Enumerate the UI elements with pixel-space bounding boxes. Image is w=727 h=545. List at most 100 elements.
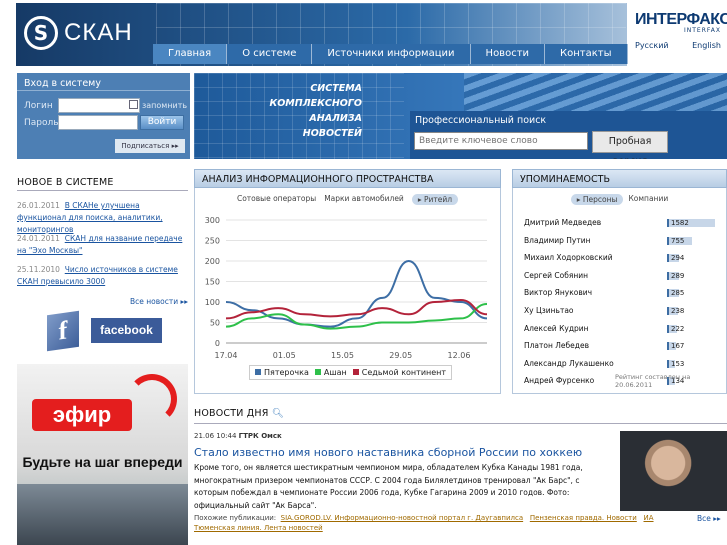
password-input[interactable] xyxy=(58,115,138,130)
tab-mobile-operators[interactable]: Сотовые операторы xyxy=(237,194,316,205)
person-name[interactable]: Сергей Собянин xyxy=(524,271,588,280)
remember-checkbox[interactable] xyxy=(129,100,138,109)
rating-note: Рейтинг составлен на 20.06.2011 xyxy=(615,373,691,389)
search-banner: СИСТЕМА КОМПЛЕКСНОГО АНАЛИЗА НОВОСТЕЙ Пр… xyxy=(194,73,727,159)
person-name[interactable]: Ху Цзиньтао xyxy=(524,306,574,315)
y-tick-label: 100 xyxy=(205,298,220,307)
y-tick-label: 150 xyxy=(205,278,220,287)
mention-bar: 285 xyxy=(667,289,684,298)
all-news-link[interactable]: Все новости ▸▸ xyxy=(130,297,188,306)
tab-retail[interactable]: ▸ Ритейл xyxy=(411,194,459,205)
mention-bar: 755 xyxy=(667,236,693,245)
mention-bar: 294 xyxy=(667,254,684,263)
all-news-label: Все новости xyxy=(130,297,179,306)
y-tick-label: 0 xyxy=(215,339,220,348)
legend-label: Седьмой континент xyxy=(361,368,447,377)
x-tick-label: 15.05 xyxy=(331,351,354,360)
pro-search: Профессиональный поиск Пробная версия xyxy=(410,111,727,159)
news-source: ГТРК Омск xyxy=(238,432,282,440)
tab-persons-label: Персоны xyxy=(582,195,618,204)
city-image xyxy=(17,484,188,545)
lang-english[interactable]: English xyxy=(692,41,721,50)
series-line xyxy=(225,303,488,330)
legend-label: Пятерочка xyxy=(264,368,309,377)
password-label: Пароль xyxy=(24,118,59,128)
login-label: Логин xyxy=(24,101,53,111)
legend-item[interactable]: Ашан xyxy=(314,368,347,377)
efir-logo: эфир xyxy=(32,399,132,431)
double-arrow-icon: ▸▸ xyxy=(171,142,179,150)
banner-slogan: СИСТЕМА КОМПЛЕКСНОГО АНАЛИЗА НОВОСТЕЙ xyxy=(232,81,362,141)
legend-item[interactable]: Седьмой континент xyxy=(352,368,447,377)
login-button[interactable]: Войти xyxy=(140,115,184,130)
signal-wave-icon xyxy=(127,374,177,424)
all-news-day-link[interactable]: Все ▸▸ xyxy=(697,514,721,523)
person-name[interactable]: Владимир Путин xyxy=(524,236,591,245)
search-input[interactable] xyxy=(414,132,588,150)
nav-sources[interactable]: Источники информации xyxy=(312,44,471,64)
news-photo[interactable] xyxy=(620,431,727,511)
x-tick-label: 29.05 xyxy=(389,351,412,360)
nav-about[interactable]: О системе xyxy=(227,44,313,64)
slogan-line-2: КОМПЛЕКСНОГО АНАЛИЗА xyxy=(269,98,362,124)
person-name[interactable]: Андрей Фурсенко xyxy=(524,376,594,385)
person-name[interactable]: Виктор Янукович xyxy=(524,288,592,297)
subscribe-button[interactable]: Подписаться ▸▸ xyxy=(115,139,185,153)
tab-retail-label: Ритейл xyxy=(423,195,453,204)
news-day-label: НОВОСТИ ДНЯ xyxy=(194,408,269,419)
x-tick-label: 12.06 xyxy=(448,351,471,360)
news-date: 24.01.2011 xyxy=(17,234,60,243)
double-arrow-icon: ▸▸ xyxy=(713,514,721,523)
nav-news[interactable]: Новости xyxy=(470,44,546,64)
lang-russian[interactable]: Русский xyxy=(635,41,669,50)
double-arrow-icon: ▸▸ xyxy=(180,297,189,306)
pro-search-label: Профессиональный поиск xyxy=(415,115,547,126)
x-tick-label: 01.05 xyxy=(273,351,296,360)
all-news-day-label: Все xyxy=(697,514,711,523)
similar-link[interactable]: Пензенская правда. Новости xyxy=(530,514,637,522)
ad-slogan: Будьте на шаг впереди xyxy=(22,454,183,470)
y-tick-label: 50 xyxy=(210,319,220,328)
login-title: Вход в систему xyxy=(17,73,190,91)
tab-companies[interactable]: Компании xyxy=(628,194,668,205)
person-name[interactable]: Алексей Кудрин xyxy=(524,324,589,333)
person-name[interactable]: Михаил Ходорковский xyxy=(524,253,613,262)
new-in-system-title: НОВОЕ В СИСТЕМЕ xyxy=(17,177,114,188)
similar-link[interactable]: SIA.GOROD.LV. Информационно-новостной по… xyxy=(281,514,524,522)
list-item: 26.01.2011 В СКАНе улучшена функционал д… xyxy=(17,200,188,236)
efir-advertisement[interactable]: эфир Будьте на шаг впереди xyxy=(17,364,188,545)
mention-bar: 1582 xyxy=(667,219,715,227)
facebook-icon[interactable]: f xyxy=(47,310,79,352)
trial-button[interactable]: Пробная версия xyxy=(592,131,668,159)
divider xyxy=(17,190,188,191)
retail-line-chart: 0 50 100 150 200 250 300 17.04 01.05 15.05 29.05 12… xyxy=(205,216,488,360)
legend-item[interactable]: Пятерочка xyxy=(255,368,309,377)
similar-label: Похожие публикации: xyxy=(194,514,277,522)
legend-swatch xyxy=(352,369,359,375)
login-input[interactable] xyxy=(58,98,140,113)
nav-contacts[interactable]: Контакты xyxy=(545,44,628,64)
chart-legend: Пятерочка Ашан Седьмой континент xyxy=(249,365,453,380)
news-time: 21.06 10:44 xyxy=(194,432,237,440)
divider xyxy=(194,423,727,424)
magnifier-icon: 🔍︎ xyxy=(271,408,285,419)
tab-car-brands[interactable]: Марки автомобилей xyxy=(324,194,404,205)
list-item: 24.01.2011 СКАН для название передаче на… xyxy=(17,233,188,257)
mention-bar: 167 xyxy=(667,342,684,351)
person-name[interactable]: Дмитрий Медведев xyxy=(524,218,601,227)
news-headline[interactable]: Стало известно имя нового наставника сбо… xyxy=(194,446,582,459)
interfax-block: ИНТЕРФАКС INTERFAX Русский English xyxy=(627,3,727,66)
analysis-title: АНАЛИЗ ИНФОРМАЦИОННОГО ПРОСТРАНСТВА xyxy=(194,169,501,188)
facebook-button[interactable]: facebook xyxy=(91,318,162,343)
person-name[interactable]: Платон Лебедев xyxy=(524,341,589,350)
news-meta: 21.06 10:44 ГТРК Омск xyxy=(194,432,282,440)
person-name[interactable]: Александр Лукашенко xyxy=(524,359,614,368)
legend-label: Ашан xyxy=(323,368,347,377)
y-tick-label: 300 xyxy=(205,216,220,225)
language-switch: Русский English xyxy=(635,41,721,50)
login-box: Вход в систему Логин Пароль запомнить Во… xyxy=(17,73,190,159)
scan-logo-icon: S xyxy=(24,16,58,50)
tab-persons[interactable]: ▸ Персоны xyxy=(570,194,624,205)
scan-logo[interactable]: S СКАН xyxy=(24,13,159,53)
nav-home[interactable]: Главная xyxy=(153,44,228,64)
